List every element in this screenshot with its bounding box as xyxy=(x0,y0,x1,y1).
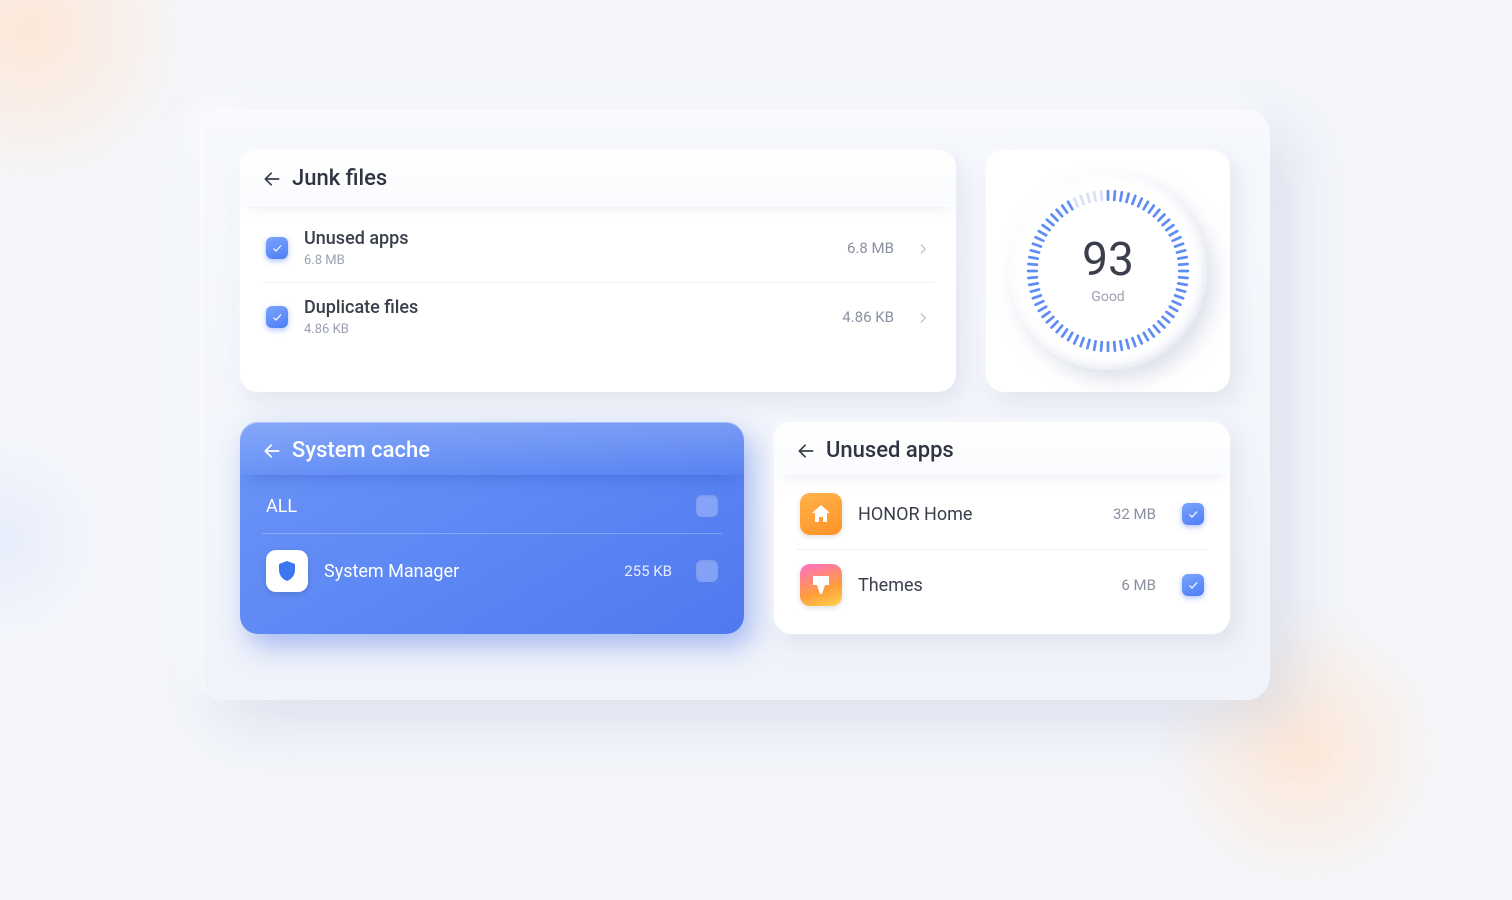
unused-apps-header: Unused apps xyxy=(774,422,1230,475)
junk-item-title: Unused apps xyxy=(304,228,831,249)
apps-item[interactable]: Themes 6 MB xyxy=(796,549,1208,620)
checkbox-icon[interactable] xyxy=(696,495,718,517)
junk-item-size: 4.86 KB xyxy=(842,308,894,326)
junk-item-text: Duplicate files 4.86 KB xyxy=(304,297,826,337)
unused-apps-list: HONOR Home 32 MB Themes 6 MB xyxy=(774,475,1230,634)
junk-files-header: Junk files xyxy=(240,150,956,206)
cache-all-label: ALL xyxy=(266,496,680,517)
junk-files-title: Junk files xyxy=(292,166,387,191)
back-icon[interactable] xyxy=(796,441,816,461)
checkbox-icon[interactable] xyxy=(696,560,718,582)
junk-item[interactable]: Unused apps 6.8 MB 6.8 MB xyxy=(262,214,934,282)
apps-item-size: 32 MB xyxy=(1113,505,1156,523)
cache-item[interactable]: System Manager 255 KB xyxy=(262,533,722,608)
system-cache-list: ALL System Manager 255 KB xyxy=(240,475,744,622)
system-cache-title: System cache xyxy=(292,438,430,463)
brush-icon xyxy=(800,564,842,606)
apps-item[interactable]: HONOR Home 32 MB xyxy=(796,479,1208,549)
system-cache-card: System cache ALL System Manager 255 KB xyxy=(240,422,744,634)
cache-item-all[interactable]: ALL xyxy=(262,479,722,533)
cache-item-size: 255 KB xyxy=(624,562,672,580)
apps-item-name: HONOR Home xyxy=(858,504,1097,525)
checkbox-icon[interactable] xyxy=(1182,574,1204,596)
main-panel: Junk files Unused apps 6.8 MB 6.8 MB xyxy=(200,110,1270,700)
apps-item-name: Themes xyxy=(858,575,1105,596)
bg-decor xyxy=(0,440,100,640)
checkbox-icon[interactable] xyxy=(266,306,288,328)
shield-icon xyxy=(266,550,308,592)
junk-item-title: Duplicate files xyxy=(304,297,826,318)
junk-files-card: Junk files Unused apps 6.8 MB 6.8 MB xyxy=(240,150,956,392)
score-value: 93 xyxy=(1082,237,1134,283)
back-icon[interactable] xyxy=(262,169,282,189)
unused-apps-title: Unused apps xyxy=(826,438,954,463)
junk-files-list: Unused apps 6.8 MB 6.8 MB Duplicate file… xyxy=(240,206,956,363)
checkbox-icon[interactable] xyxy=(1182,503,1204,525)
score-card: 93 Good xyxy=(986,150,1230,392)
unused-apps-card: Unused apps HONOR Home 32 MB xyxy=(774,422,1230,634)
checkbox-icon[interactable] xyxy=(266,237,288,259)
junk-item[interactable]: Duplicate files 4.86 KB 4.86 KB xyxy=(262,282,934,351)
score-gauge: 93 Good xyxy=(1009,172,1207,370)
apps-item-size: 6 MB xyxy=(1121,576,1156,594)
junk-item-size: 6.8 MB xyxy=(847,239,894,257)
junk-item-text: Unused apps 6.8 MB xyxy=(304,228,831,268)
chevron-right-icon[interactable] xyxy=(916,310,930,324)
cache-item-name: System Manager xyxy=(324,561,608,582)
chevron-right-icon[interactable] xyxy=(916,241,930,255)
junk-item-sub: 6.8 MB xyxy=(304,253,831,268)
back-icon[interactable] xyxy=(262,441,282,461)
system-cache-header: System cache xyxy=(240,422,744,475)
junk-item-sub: 4.86 KB xyxy=(304,322,826,337)
home-icon xyxy=(800,493,842,535)
score-label: Good xyxy=(1082,289,1134,305)
bg-decor xyxy=(0,0,200,200)
